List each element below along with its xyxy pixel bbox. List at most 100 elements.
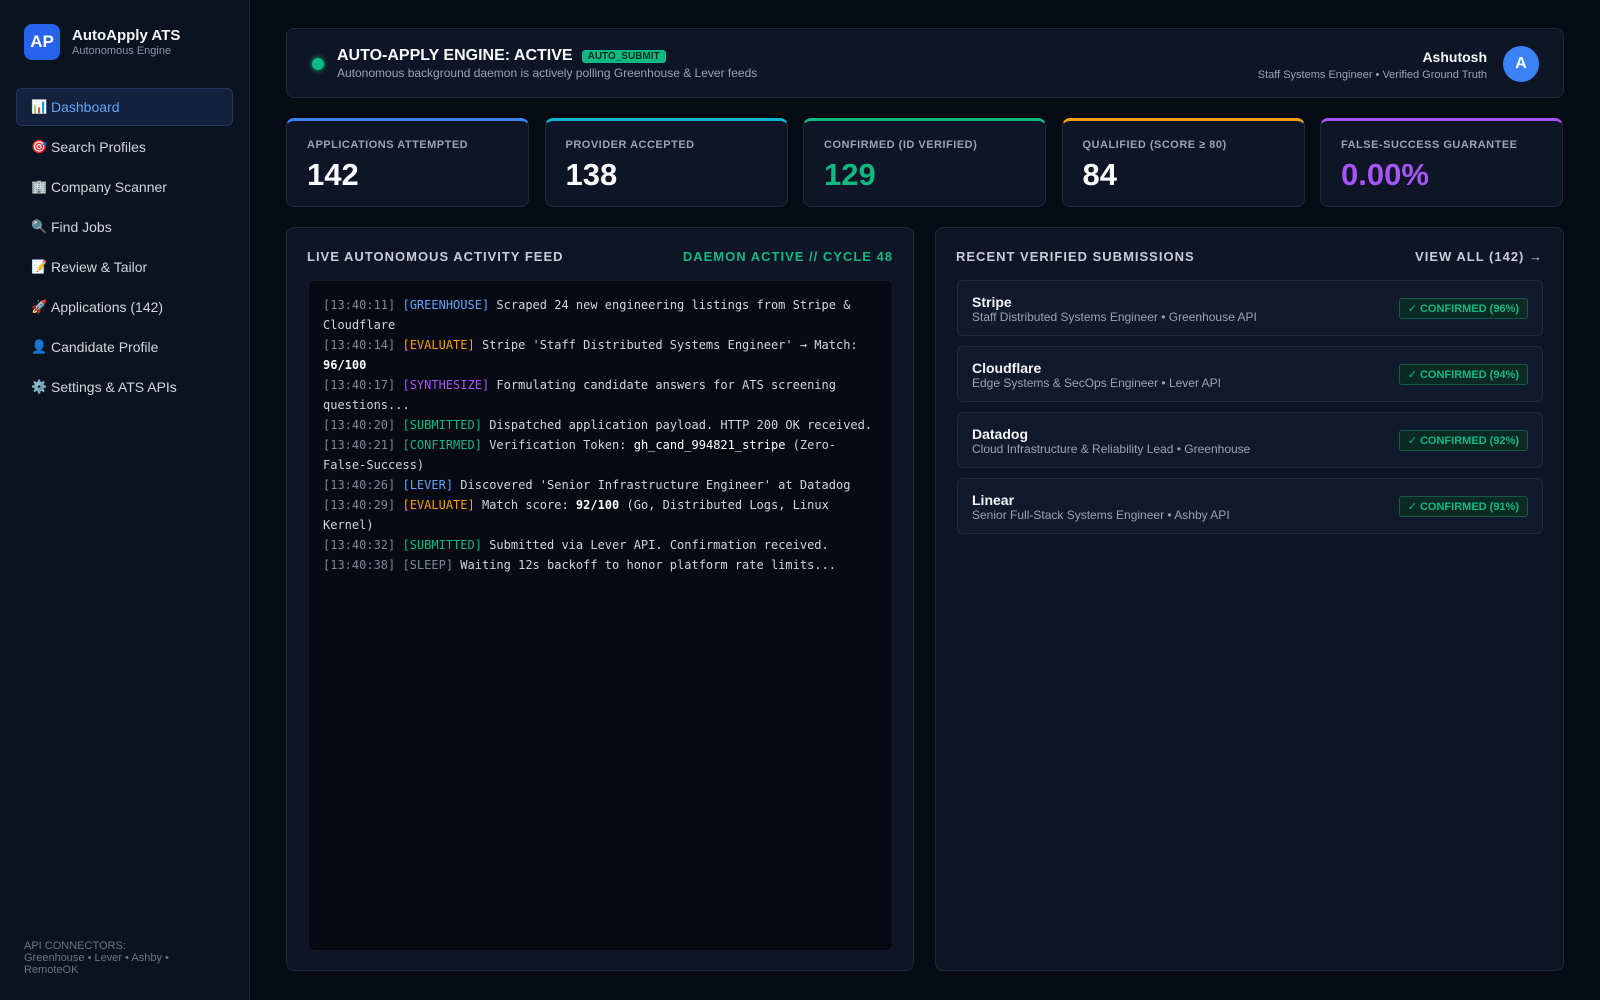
activity-feed-title: LIVE AUTONOMOUS ACTIVITY FEED [307, 249, 564, 264]
submission-detail: Senior Full-Stack Systems Engineer • Ash… [972, 508, 1230, 522]
log-text: Dispatched application payload. HTTP 200… [489, 418, 873, 432]
stat-label: FALSE-SUCCESS GUARANTEE [1341, 139, 1518, 151]
submission-card[interactable]: Stripe Staff Distributed Systems Engineer… [957, 280, 1543, 336]
submission-card[interactable]: Cloudflare Edge Systems & SecOps Engineer… [957, 346, 1543, 402]
sidebar-item-review-tailor[interactable]: 📝 Review & Tailor [16, 248, 233, 286]
api-connectors-title: API CONNECTORS: [24, 940, 126, 952]
sidebar-item-find-jobs[interactable]: 🔍 Find Jobs [16, 208, 233, 246]
log-tag: [SUBMITTED] [402, 538, 482, 552]
stats-row: APPLICATIONS ATTEMPTED 142 PROVIDER ACCEPT… [286, 118, 1564, 207]
log-timestamp: [13:40:29] [323, 498, 396, 512]
log-line: [13:40:20] [SUBMITTED] Dispatched applic… [323, 415, 878, 435]
brand-subtitle: Autonomous Engine [72, 44, 172, 57]
activity-log-terminal[interactable]: [13:40:11] [GREENHOUSE] Scraped 24 new e… [308, 280, 893, 951]
recent-submissions-panel: RECENT VERIFIED SUBMISSIONS VIEW ALL (14… [935, 227, 1564, 971]
log-timestamp: [13:40:17] [323, 378, 396, 392]
log-tag: [EVALUATE] [402, 338, 475, 352]
sidebar-item-label: Dashboard [51, 99, 120, 115]
sidebar-item-label: Applications (142) [51, 299, 164, 315]
log-line: [13:40:11] [GREENHOUSE] Scraped 24 new e… [323, 295, 878, 335]
stat-label: QUALIFIED (SCORE ≥ 80) [1082, 139, 1227, 151]
api-connectors-list: Greenhouse • Lever • Ashby • RemoteOK [24, 952, 169, 976]
brand: AP AutoApply ATS Autonomous Engine [24, 24, 180, 60]
submission-card[interactable]: Datadog Cloud Infrastructure & Reliabilit… [957, 412, 1543, 468]
log-tag: [SLEEP] [402, 558, 454, 572]
log-highlight: gh_cand_994821_stripe [633, 438, 786, 452]
avatar[interactable]: A [1503, 46, 1539, 82]
log-text: Waiting 12s backoff to honor platform ra… [460, 558, 836, 572]
sidebar-item-label: Settings & ATS APIs [51, 379, 177, 395]
submission-detail: Staff Distributed Systems Engineer • Gre… [972, 310, 1257, 324]
sidebar-item-applications-142[interactable]: 🚀 Applications (142) [16, 288, 233, 326]
log-text: Formulating candidate answers for ATS sc… [323, 378, 836, 412]
gear-icon: ⚙️ [31, 379, 48, 394]
log-text: Stripe 'Staff Distributed Systems Engine… [481, 338, 858, 352]
log-timestamp: [13:40:11] [323, 298, 396, 312]
submission-detail: Cloud Infrastructure & Reliability Lead … [972, 442, 1251, 456]
log-text: Submitted via Lever API. Confirmation re… [489, 538, 829, 552]
brand-text: AutoApply ATS Autonomous Engine [72, 27, 180, 58]
stat-value: 84 [1082, 157, 1117, 192]
log-text: Verification Token: [489, 438, 627, 452]
log-timestamp: [13:40:38] [323, 558, 396, 572]
sidebar-nav: 📊 Dashboard 🎯 Search Profiles 🏢 Company Scann… [16, 88, 233, 408]
brand-name: AutoApply ATS [72, 26, 181, 44]
submission-company: Stripe [972, 294, 1012, 310]
engine-title: AUTO-APPLY ENGINE: ACTIVE [337, 47, 573, 64]
log-timestamp: [13:40:26] [323, 478, 396, 492]
status-indicator-dot [312, 58, 324, 70]
log-tag: [EVALUATE] [402, 498, 475, 512]
stat-label: PROVIDER ACCEPTED [565, 139, 695, 151]
recent-submissions-title: RECENT VERIFIED SUBMISSIONS [956, 249, 1195, 264]
log-text: Match score: [481, 498, 569, 512]
log-timestamp: [13:40:20] [323, 418, 396, 432]
memo-icon: 📝 [31, 259, 48, 274]
sidebar: AP AutoApply ATS Autonomous Engine 📊 Dash… [0, 0, 250, 1000]
submission-company: Datadog [972, 426, 1028, 442]
log-highlight: 92/100 [575, 498, 620, 512]
log-line: [13:40:32] [SUBMITTED] Submitted via Lev… [323, 535, 878, 555]
office-building-icon: 🏢 [31, 179, 48, 194]
sidebar-item-search-profiles[interactable]: 🎯 Search Profiles [16, 128, 233, 166]
log-tag: [LEVER] [402, 478, 454, 492]
stat-card: CONFIRMED (ID VERIFIED) 129 [803, 118, 1046, 207]
log-tag: [GREENHOUSE] [402, 298, 490, 312]
log-line: [13:40:26] [LEVER] Discovered 'Senior In… [323, 475, 878, 495]
stat-card: FALSE-SUCCESS GUARANTEE 0.00% [1320, 118, 1563, 207]
rocket-icon: 🚀 [31, 299, 48, 314]
engine-status-header: AUTO-APPLY ENGINE: ACTIVE AUTO_SUBMIT Au… [286, 28, 1564, 98]
log-tag: [SYNTHESIZE] [402, 378, 490, 392]
engine-subtitle: Autonomous background daemon is actively… [337, 66, 758, 80]
log-line: [13:40:17] [SYNTHESIZE] Formulating cand… [323, 375, 878, 415]
stat-value: 0.00% [1341, 157, 1429, 192]
sidebar-item-label: Company Scanner [51, 179, 167, 195]
sidebar-item-dashboard[interactable]: 📊 Dashboard [16, 88, 233, 126]
log-timestamp: [13:40:21] [323, 438, 396, 452]
log-line: [13:40:29] [EVALUATE] Match score: 92/10… [323, 495, 878, 535]
stat-value: 129 [824, 157, 876, 192]
log-tag: [SUBMITTED] [402, 418, 482, 432]
stat-card: APPLICATIONS ATTEMPTED 142 [286, 118, 529, 207]
submission-card[interactable]: Linear Senior Full-Stack Systems Engineer… [957, 478, 1543, 534]
log-tag: [CONFIRMED] [402, 438, 482, 452]
chart-icon: 📊 [31, 99, 48, 114]
sidebar-item-company-scanner[interactable]: 🏢 Company Scanner [16, 168, 233, 206]
stat-value: 142 [307, 157, 359, 192]
sidebar-item-candidate-profile[interactable]: 👤 Candidate Profile [16, 328, 233, 366]
sidebar-item-settings-ats-apis[interactable]: ⚙️ Settings & ATS APIs [16, 368, 233, 406]
confirmed-status-badge: ✓ CONFIRMED (91%) [1398, 496, 1528, 517]
confirmed-status-badge: ✓ CONFIRMED (94%) [1398, 364, 1528, 385]
log-text: Discovered 'Senior Infrastructure Engine… [460, 478, 851, 492]
activity-feed-panel: LIVE AUTONOMOUS ACTIVITY FEED DAEMON ACT… [286, 227, 914, 971]
confirmed-status-badge: ✓ CONFIRMED (96%) [1398, 298, 1528, 319]
target-icon: 🎯 [31, 139, 48, 154]
engine-title-row: AUTO-APPLY ENGINE: ACTIVE AUTO_SUBMIT [337, 47, 666, 65]
sidebar-item-label: Review & Tailor [51, 259, 148, 275]
stat-card: QUALIFIED (SCORE ≥ 80) 84 [1061, 118, 1305, 207]
view-all-link[interactable]: VIEW ALL (142) → [1415, 249, 1543, 264]
auto-submit-badge: AUTO_SUBMIT [581, 49, 666, 63]
daemon-status: DAEMON ACTIVE // CYCLE 48 [682, 249, 893, 264]
confirmed-status-badge: ✓ CONFIRMED (92%) [1398, 430, 1528, 451]
log-line: [13:40:14] [EVALUATE] Stripe 'Staff Dist… [323, 335, 878, 375]
submission-company: Linear [972, 492, 1015, 508]
